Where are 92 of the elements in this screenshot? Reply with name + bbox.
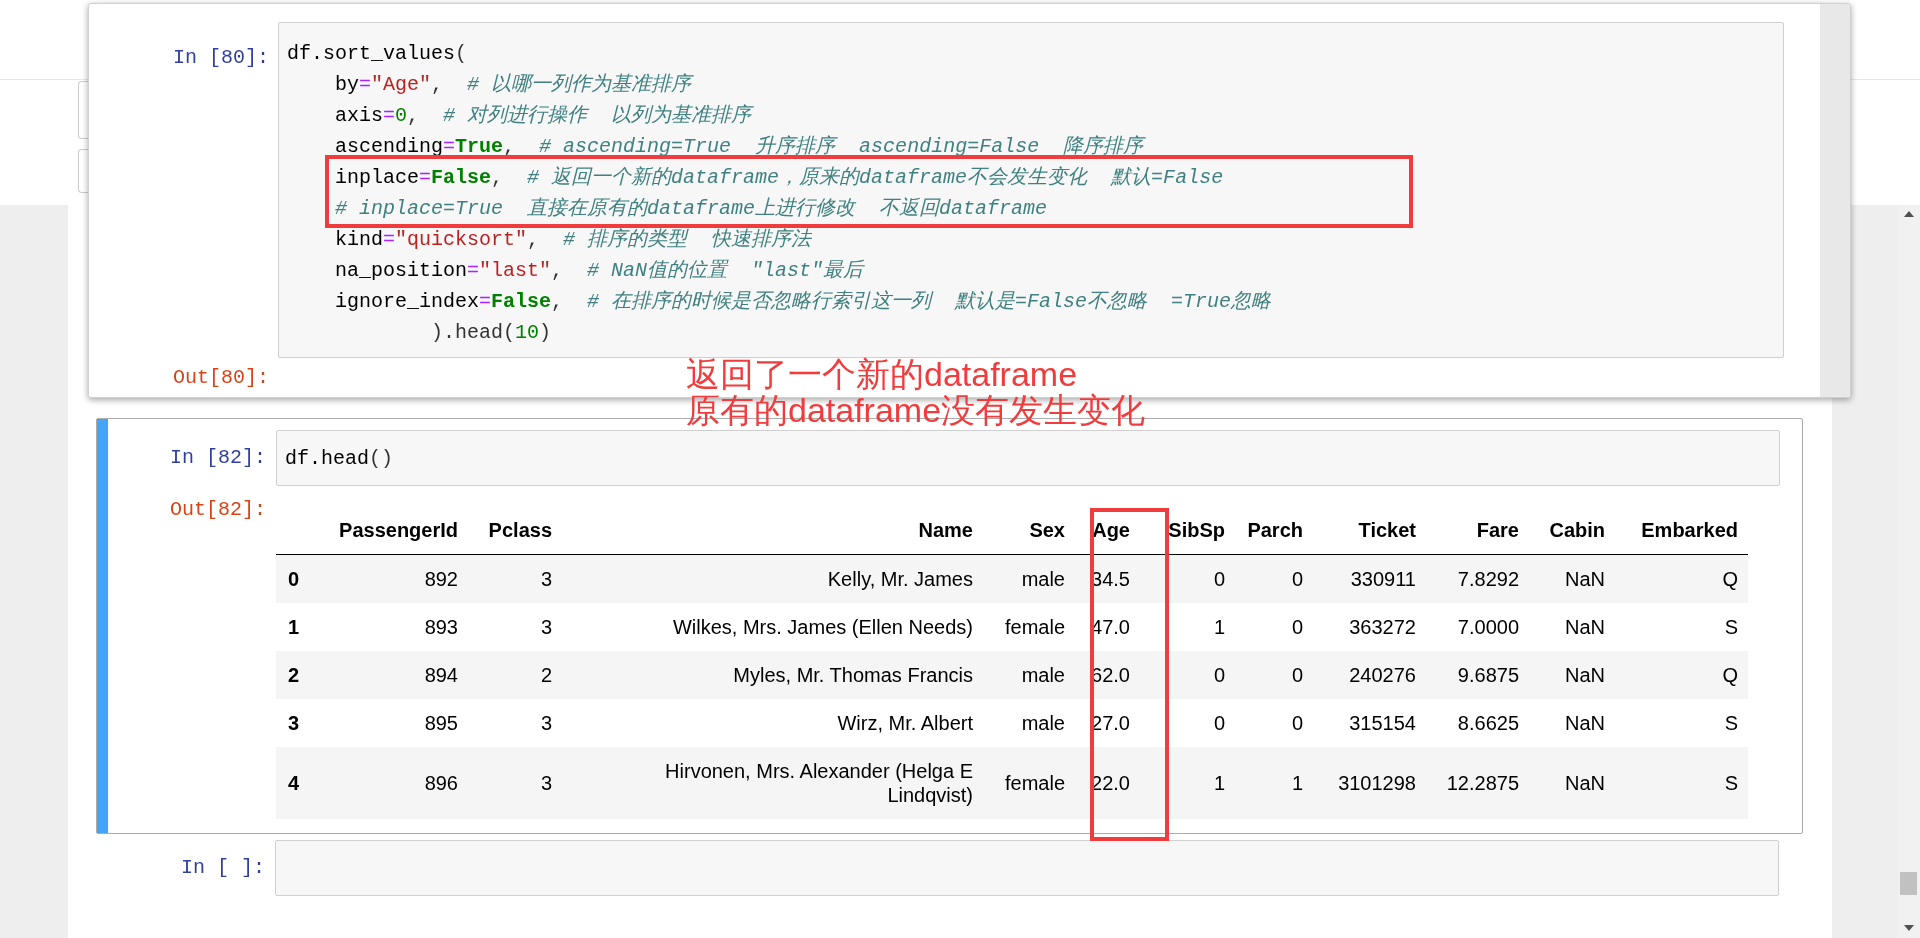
table-cell: NaN [1565,566,1605,591]
row-index: 1 [288,614,300,639]
code-line: na_position="last", # NaN值的位置 "last"最后 [334,258,866,284]
table-cell: NaN [1565,614,1605,639]
table-cell: 330911 [1350,566,1416,591]
table-cell: 3 [540,770,552,795]
annotation-text: 原有的dataframe没有发生变化 [686,392,1146,428]
table-cell: 0 [1291,710,1303,735]
code-line: by="Age", # 以哪一列作为基准排序 [334,72,695,98]
annotation-text: 返回了一个新的dataframe [686,356,1078,392]
table-cell: Q [1722,566,1738,591]
column-header: Cabin [1549,519,1605,542]
code-line: ignore_index=False, # 在排序的时候是否忽略行索引这一列 默认是=False不忽略 =True忽略 [334,289,1273,315]
scrollbar-thumb[interactable] [1900,872,1917,895]
table-cell: 12.2875 [1446,770,1519,795]
code-line: df.sort_values( [287,41,469,67]
code-line: inplace=False, # 返回一个新的dataframe，原来的dataframe不会发生变化 默认=False [334,165,1225,191]
table-cell: male [1021,710,1065,735]
code-input[interactable]: df.head() [276,430,1780,486]
code-input[interactable] [275,839,1779,896]
table-cell: Wirz, Mr. Albert [837,710,973,735]
table-cell: 0 [1291,662,1303,687]
table-cell: 0 [1291,614,1303,639]
table-cell: 0 [1291,566,1303,591]
toolbar-button[interactable] [78,81,88,139]
column-header: Pclass [488,519,552,542]
table-cell: 1 [1213,614,1225,639]
table-cell: 893 [424,614,458,639]
row-index: 4 [288,770,300,795]
table-cell: 2 [540,662,552,687]
table-cell: 47.0 [1091,614,1130,639]
table-cell: 7.8292 [1457,566,1519,591]
column-header: Parch [1247,519,1303,542]
table-cell: 895 [424,710,458,735]
table-cell: 0 [1213,662,1225,687]
input-prompt: In [82]: [169,445,267,471]
output-prompt: Out[80]: [173,366,269,390]
table-cell: female [1004,770,1065,795]
output-prompt: Out[82]: [169,498,267,523]
table-cell: 896 [424,770,458,795]
toolbar-button[interactable] [78,149,88,193]
table-cell: 0 [1213,710,1225,735]
column-header: Name [918,519,973,542]
table-cell: Myles, Mr. Thomas Francis [733,662,973,687]
code-line: ).head(10) [430,320,553,346]
column-header: Sex [1029,519,1065,542]
table-cell: Kelly, Mr. James [827,566,973,591]
table-cell: 1 [1291,770,1303,795]
table-cell: 315154 [1349,710,1416,735]
scroll-up-icon[interactable] [1904,211,1914,217]
table-cell: 9.6875 [1457,662,1519,687]
column-header: PassengerId [339,519,458,542]
column-header: Fare [1476,519,1519,542]
table-cell: NaN [1565,770,1605,795]
table-cell: 240276 [1349,662,1416,687]
input-prompt: In [80]: [173,45,269,71]
table-cell: Q [1722,662,1738,687]
column-header: SibSp [1168,519,1225,542]
row-index: 0 [288,566,300,591]
table-cell: 894 [424,662,458,687]
code-line: df.head() [285,446,395,472]
table-cell: female [1004,614,1065,639]
table-cell: 8.6625 [1457,710,1519,735]
table-cell: S [1724,710,1738,735]
table-cell: 1 [1213,770,1225,795]
table-cell-text: Hirvonen, Mrs. Alexander (Helga E Lindqvist) [664,758,973,807]
table-cell: NaN [1565,662,1605,687]
table-cell: male [1021,566,1065,591]
table-cell: 3 [540,710,552,735]
column-header: Embarked [1641,519,1738,542]
code-line: # inplace=True 直接在原有的dataframe上进行修改 不返回dataframe [334,196,1049,222]
code-line: kind="quicksort", # 排序的类型 快速排序法 [334,227,813,253]
table-cell: 363272 [1349,614,1416,639]
table-cell: 892 [424,566,458,591]
table-cell: Wilkes, Mrs. James (Ellen Needs) [672,614,973,639]
table-cell: S [1724,770,1738,795]
column-header: Age [1092,519,1130,542]
table-cell: S [1724,614,1738,639]
row-index: 3 [288,710,300,735]
table-cell: male [1021,662,1065,687]
code-input[interactable] [278,22,1784,358]
table-cell: 3 [540,614,552,639]
table-cell: NaN [1565,710,1605,735]
table-cell: 3 [540,566,552,591]
column-header: Ticket [1358,519,1416,542]
table-cell: 0 [1213,566,1225,591]
scroll-down-icon[interactable] [1904,925,1914,931]
input-prompt: In [ ]: [180,854,266,881]
table-cell: 3101298 [1338,770,1416,795]
code-line: axis=0, # 对列进行操作 以列为基准排序 [334,103,755,129]
row-index: 2 [288,662,300,687]
table-cell: 7.0000 [1457,614,1519,639]
